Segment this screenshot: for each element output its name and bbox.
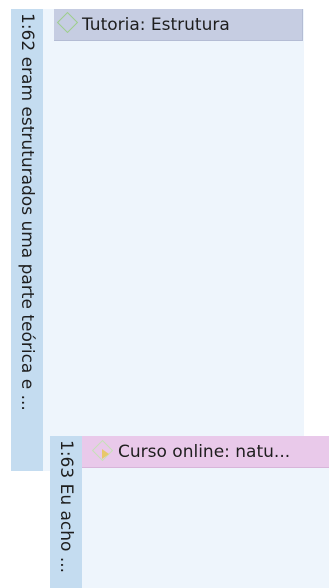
quotation-2-label: 1:63 Eu acho ...	[56, 440, 76, 574]
quotation-canvas: 1:62 eram estruturados uma parte teórica…	[0, 0, 329, 588]
quotation-1-label: 1:62 eram estruturados uma parte teórica…	[17, 13, 37, 411]
code-arrow-icon	[102, 449, 109, 459]
quotation-2-code-label: Curso online: natu...	[118, 442, 291, 462]
quotation-1-area[interactable]	[43, 9, 304, 471]
quotation-1-bar[interactable]: 1:62 eram estruturados uma parte teórica…	[11, 9, 43, 471]
quotation-2-code-tag[interactable]: Curso online: natu...	[82, 436, 329, 468]
quotation-1-code-tag[interactable]: Tutoria: Estrutura	[54, 9, 303, 41]
quotation-2-bar[interactable]: 1:63 Eu acho ...	[50, 436, 82, 588]
code-diamond-icon	[56, 11, 79, 34]
quotation-1-code-label: Tutoria: Estrutura	[82, 15, 230, 35]
